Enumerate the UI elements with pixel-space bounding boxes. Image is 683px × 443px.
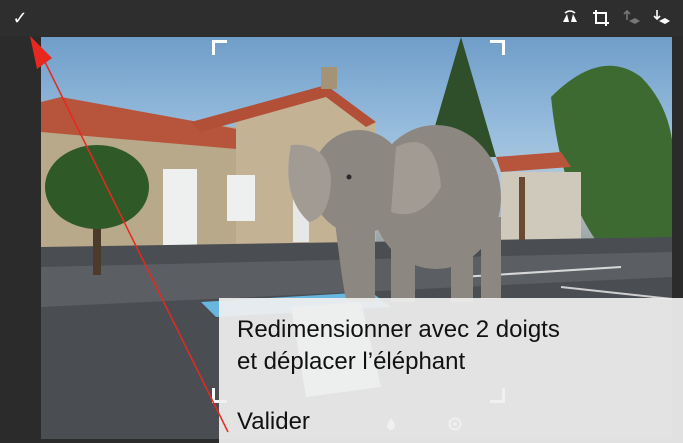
instruction-text: Redimensionner avec 2 doigts et déplacer… [237, 314, 667, 378]
selection-corner-top-left[interactable] [212, 40, 227, 55]
instruction-line-2: et déplacer l’éléphant [237, 348, 466, 375]
instruction-line-1: Redimensionner avec 2 doigts [237, 316, 560, 343]
top-toolbar: ✓ [0, 0, 683, 36]
confirm-check-icon[interactable]: ✓ [8, 6, 32, 30]
selection-corner-top-right[interactable] [490, 40, 505, 55]
valider-hint: Valider [237, 408, 310, 435]
layer-down-icon[interactable] [651, 8, 671, 28]
instruction-tooltip: Redimensionner avec 2 doigts et déplacer… [219, 298, 683, 443]
crop-icon[interactable] [591, 8, 611, 28]
layer-up-icon[interactable] [621, 8, 641, 28]
flip-horizontal-icon[interactable] [560, 8, 580, 28]
